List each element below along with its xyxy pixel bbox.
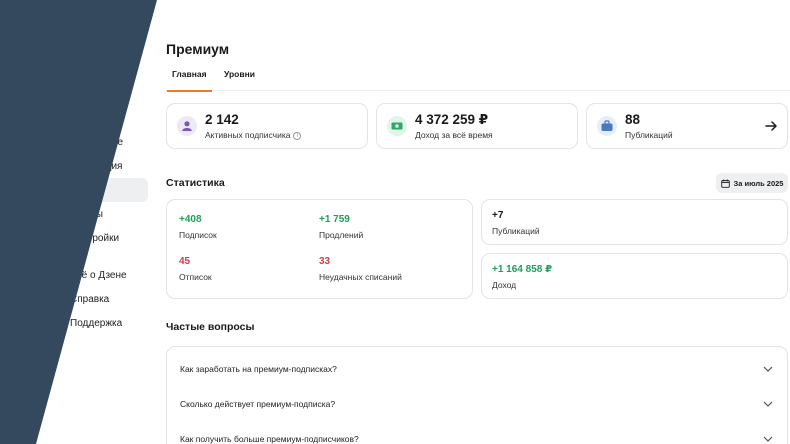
publications-card[interactable]: 88 Публикаций bbox=[586, 103, 788, 149]
chevron-down-icon[interactable] bbox=[763, 435, 773, 443]
subscribers-label: Активных подписчика i bbox=[205, 130, 302, 140]
sidebar-item-label: иум bbox=[84, 184, 102, 196]
metric-value: +1 164 858 ₽ bbox=[492, 264, 553, 275]
sidebar-link-support[interactable]: Поддержка bbox=[0, 311, 148, 335]
main-content: Премиум Главная Уровни 2 142 Активных по… bbox=[166, 0, 790, 444]
metric-unsubscribes: 45 Отписок bbox=[179, 256, 212, 282]
metric-value: +408 bbox=[179, 214, 202, 225]
metric-income: +1 164 858 ₽ Доход bbox=[492, 264, 552, 290]
metric-label: Неудачных списаний bbox=[319, 272, 402, 282]
metric-subscriptions: +408 Подписок bbox=[179, 214, 217, 240]
sidebar-link-label: Поддержка bbox=[70, 317, 123, 329]
money-icon bbox=[387, 116, 407, 136]
faq-item[interactable]: Как заработать на премиум-подписках? bbox=[180, 364, 337, 374]
sidebar-item-label: ии bbox=[96, 112, 108, 124]
sidebar-item-label: изация bbox=[90, 160, 123, 172]
faq-item[interactable]: Сколько действует премиум-подписка? bbox=[180, 399, 335, 409]
calendar-icon bbox=[720, 179, 730, 188]
sidebar-item-3[interactable]: изация bbox=[0, 154, 148, 178]
metric-label: Продлений bbox=[319, 230, 364, 240]
statistics-title: Статистика bbox=[166, 177, 225, 189]
tab-levels[interactable]: Уровни bbox=[224, 69, 255, 91]
subscriptions-stats-card: +408 Подписок +1 759 Продлений 45 Отписо… bbox=[166, 199, 473, 299]
support-icon bbox=[53, 319, 65, 330]
metric-value: +1 759 bbox=[319, 214, 350, 225]
metric-value: 45 bbox=[179, 256, 191, 267]
sidebar-item-2[interactable]: ление bbox=[0, 130, 148, 154]
page-title: Премиум bbox=[166, 41, 230, 57]
metric-label: Подписок bbox=[179, 230, 217, 240]
income-card: 4 372 259 ₽ Доход за всё время bbox=[376, 103, 578, 149]
tabs: Главная Уровни bbox=[166, 69, 790, 92]
sidebar-item-payouts[interactable]: латы bbox=[0, 202, 148, 226]
sidebar-item-label: латы bbox=[80, 208, 103, 220]
period-label: За июль 2025 bbox=[733, 178, 784, 188]
publications-value: 88 bbox=[625, 112, 641, 127]
metric-failed-charges: 33 Неудачных списаний bbox=[319, 256, 402, 282]
arrow-right-icon[interactable] bbox=[764, 119, 778, 133]
sidebar-item-1[interactable]: ии bbox=[0, 106, 148, 130]
income-value: 4 372 259 ₽ bbox=[415, 112, 489, 127]
chevron-down-icon[interactable] bbox=[763, 365, 773, 373]
chevron-down-icon[interactable] bbox=[763, 400, 773, 408]
publications-label: Публикаций bbox=[625, 130, 673, 140]
sidebar-link-help[interactable]: Справка bbox=[0, 287, 148, 311]
user-icon bbox=[177, 116, 197, 136]
faq-list: Как заработать на премиум-подписках? Ско… bbox=[166, 346, 788, 444]
sidebar-item-label: Настройки bbox=[70, 232, 120, 244]
sidebar-link-label: Справка bbox=[70, 293, 110, 305]
metric-label: Доход bbox=[492, 280, 517, 290]
faq-item[interactable]: Как получить больше премиум-подписчиков? bbox=[180, 434, 359, 444]
metric-renewals: +1 759 Продлений bbox=[319, 214, 363, 240]
metric-publications: +7 Публикаций bbox=[492, 210, 540, 236]
sidebar-item-label: ление bbox=[95, 136, 124, 148]
faq-title: Частые вопросы bbox=[166, 321, 255, 333]
sidebar-link-label: Всё о Дзене bbox=[70, 269, 127, 281]
sidebar-link-about[interactable]: Всё о Дзене bbox=[0, 263, 148, 287]
info-icon[interactable]: i bbox=[293, 132, 302, 140]
sidebar-item-premium[interactable]: иум bbox=[0, 178, 148, 202]
briefcase-icon bbox=[597, 116, 617, 136]
zen-icon bbox=[52, 269, 65, 282]
metric-value: +7 bbox=[492, 210, 504, 221]
period-income-card: +1 164 858 ₽ Доход bbox=[481, 253, 788, 299]
sidebar-item-settings[interactable]: Настройки bbox=[0, 226, 148, 250]
income-label: Доход за всё время bbox=[415, 130, 493, 140]
sidebar: ии ление изация иум латы Настройки Всё о… bbox=[0, 0, 155, 444]
metric-value: 33 bbox=[319, 256, 331, 267]
period-button[interactable]: За июль 2025 bbox=[716, 173, 788, 193]
period-publications-card: +7 Публикаций bbox=[481, 199, 788, 245]
subscribers-value: 2 142 bbox=[205, 112, 239, 127]
metric-label: Отписок bbox=[179, 272, 212, 282]
help-icon bbox=[52, 293, 65, 306]
tab-main[interactable]: Главная bbox=[167, 69, 212, 92]
metric-label: Публикаций bbox=[492, 226, 540, 236]
subscribers-card: 2 142 Активных подписчика i bbox=[166, 103, 368, 149]
